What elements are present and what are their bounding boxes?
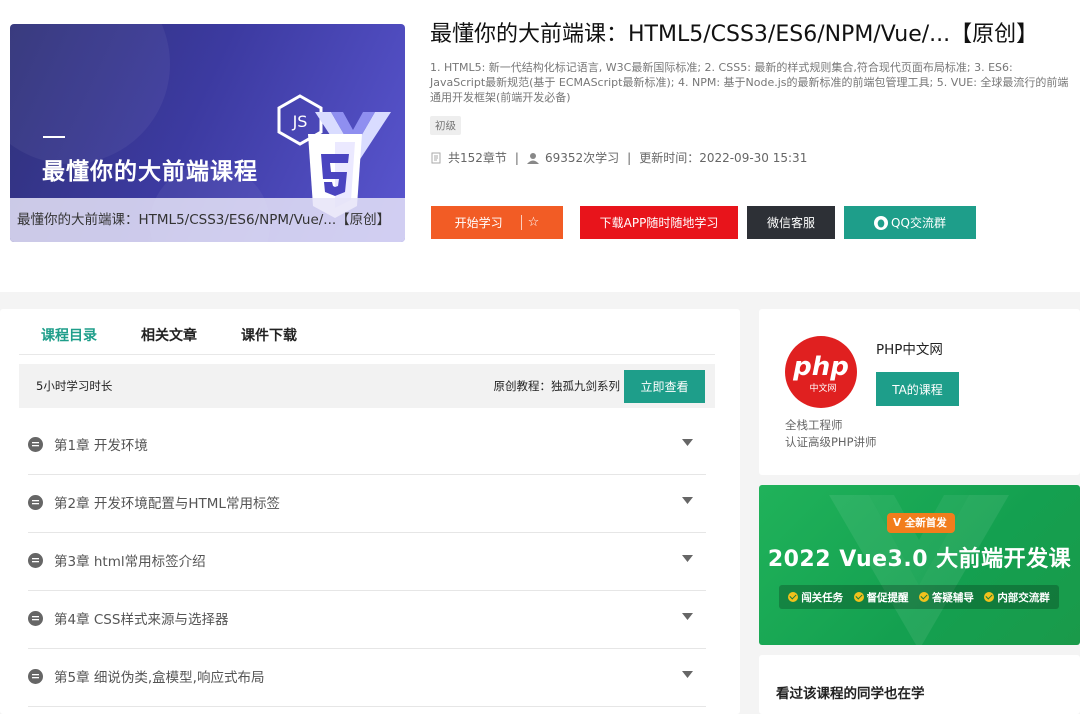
course-cover[interactable]: 最懂你的大前端课程 JS 最懂你的大前端课：HTML5/CSS3/ES6/NPM… (10, 24, 405, 242)
course-description: 1. HTML5: 新一代结构化标记语言, W3C最新国际标准; 2. CSS5… (430, 61, 1069, 104)
chapter-item[interactable]: 第4章 CSS样式来源与选择器 (28, 591, 706, 649)
check-icon (788, 592, 799, 602)
promo-feature-label: 闯关任务 (801, 591, 844, 604)
promo-badge-label: 全新首发 (904, 517, 947, 529)
document-icon (431, 152, 441, 163)
chapter-list: 第1章 开发环境 第2章 开发环境配置与HTML常用标签 第3章 html常用标… (28, 417, 706, 707)
chapter-title: 第2章 开发环境配置与HTML常用标签 (54, 496, 280, 512)
catalog-tabs: 课程目录 相关文章 课件下载 (19, 318, 715, 355)
chevron-down-icon[interactable] (682, 555, 693, 563)
download-app-button[interactable]: 下载APP随时随地学习 (580, 206, 738, 239)
chapter-title: 第4章 CSS样式来源与选择器 (54, 612, 229, 628)
cover-dash (43, 136, 65, 138)
study-duration: 5小时学习时长 (36, 379, 113, 393)
also-learning-card: 看过该课程的同学也在学 (759, 655, 1080, 714)
logo-subtext: 中文网 (809, 382, 836, 394)
php-logo-icon[interactable]: php 中文网 (785, 336, 857, 408)
promo-feature-label: 内部交流群 (997, 591, 1050, 604)
promo-feature-label: 督促提醒 (866, 591, 909, 604)
check-icon (984, 592, 995, 602)
promo-banner[interactable]: V 全新首发 2022 Vue3.0 大前端开发课 闯关任务 督促提醒 答疑辅导… (759, 485, 1080, 645)
teacher-name[interactable]: PHP中文网 (876, 338, 943, 358)
chapter-count: 共152章节 (448, 151, 507, 165)
check-icon (918, 592, 929, 602)
chevron-down-icon[interactable] (682, 671, 693, 679)
check-icon (853, 592, 864, 602)
chapter-item[interactable]: 第3章 html常用标签介绍 (28, 533, 706, 591)
chapter-title: 第1章 开发环境 (54, 438, 148, 454)
course-title: 最懂你的大前端课：HTML5/CSS3/ES6/NPM/Vue/...【原创】 (430, 22, 1039, 47)
start-learning-button[interactable]: 开始学习 ☆ (431, 206, 563, 239)
promo-feature: 闯关任务 (788, 590, 843, 605)
level-badge: 初级 (430, 116, 461, 135)
tab-courseware-download[interactable]: 课件下载 (241, 318, 297, 354)
chapter-title: 第5章 细说伪类,盒模型,响应式布局 (54, 670, 265, 686)
list-icon (28, 611, 43, 626)
update-time: 更新时间：2022-09-30 15:31 (639, 151, 808, 165)
vue-badge-icon: V (893, 517, 902, 529)
learner-count: 69352次学习 (544, 151, 620, 165)
list-icon (28, 553, 43, 568)
teacher-certification: 认证高级PHP讲师 (785, 435, 877, 449)
logo-text: php (792, 352, 849, 382)
teacher-courses-button[interactable]: TA的课程 (876, 372, 959, 406)
chevron-down-icon[interactable] (682, 613, 693, 621)
qq-group-button[interactable]: QQ交流群 (844, 206, 976, 239)
course-meta: 共152章节 | 69352次学习 | 更新时间：2022-09-30 15:3… (430, 149, 1070, 166)
promo-badge: V 全新首发 (887, 513, 955, 533)
chevron-down-icon[interactable] (682, 497, 693, 505)
user-icon (526, 152, 539, 164)
qq-icon (874, 215, 889, 230)
list-icon (28, 437, 43, 452)
promo-feature: 答疑辅导 (918, 590, 974, 605)
qq-group-label: QQ交流群 (891, 216, 946, 230)
start-learning-label: 开始学习 (454, 216, 503, 230)
favorite-star-icon[interactable]: ☆ (520, 215, 539, 230)
svg-text:JS: JS (292, 112, 308, 131)
cover-title: 最懂你的大前端课程 (42, 159, 258, 185)
wechat-service-button[interactable]: 微信客服 (747, 206, 835, 239)
chapter-item[interactable]: 第1章 开发环境 (28, 417, 706, 475)
cover-decoration (10, 24, 170, 164)
original-series: 原创教程：独孤九剑系列 (493, 379, 621, 393)
course-info: 最懂你的大前端课：HTML5/CSS3/ES6/NPM/Vue/...【原创】 … (430, 20, 1070, 166)
list-icon (28, 495, 43, 510)
cover-caption: 最懂你的大前端课：HTML5/CSS3/ES6/NPM/Vue/...【原创】 (10, 198, 405, 242)
chapter-title: 第3章 html常用标签介绍 (54, 554, 206, 570)
tab-course-catalog[interactable]: 课程目录 (41, 318, 97, 354)
study-info-bar: 5小时学习时长 原创教程：独孤九剑系列 立即查看 (19, 364, 715, 408)
tab-related-articles[interactable]: 相关文章 (141, 318, 197, 354)
promo-feature-label: 答疑辅导 (931, 591, 974, 604)
chapter-item[interactable]: 第2章 开发环境配置与HTML常用标签 (28, 475, 706, 533)
view-now-button[interactable]: 立即查看 (624, 370, 705, 403)
teacher-title: 全栈工程师 (785, 418, 843, 432)
list-icon (28, 669, 43, 684)
chapter-item[interactable]: 第5章 细说伪类,盒模型,响应式布局 (28, 649, 706, 707)
also-learning-title: 看过该课程的同学也在学 (776, 686, 925, 702)
promo-features: 闯关任务 督促提醒 答疑辅导 内部交流群 (779, 585, 1059, 609)
promo-feature: 督促提醒 (853, 590, 909, 605)
promo-title: 2022 Vue3.0 大前端开发课 (767, 547, 1072, 572)
chevron-down-icon[interactable] (682, 439, 693, 447)
promo-feature: 内部交流群 (984, 590, 1050, 605)
